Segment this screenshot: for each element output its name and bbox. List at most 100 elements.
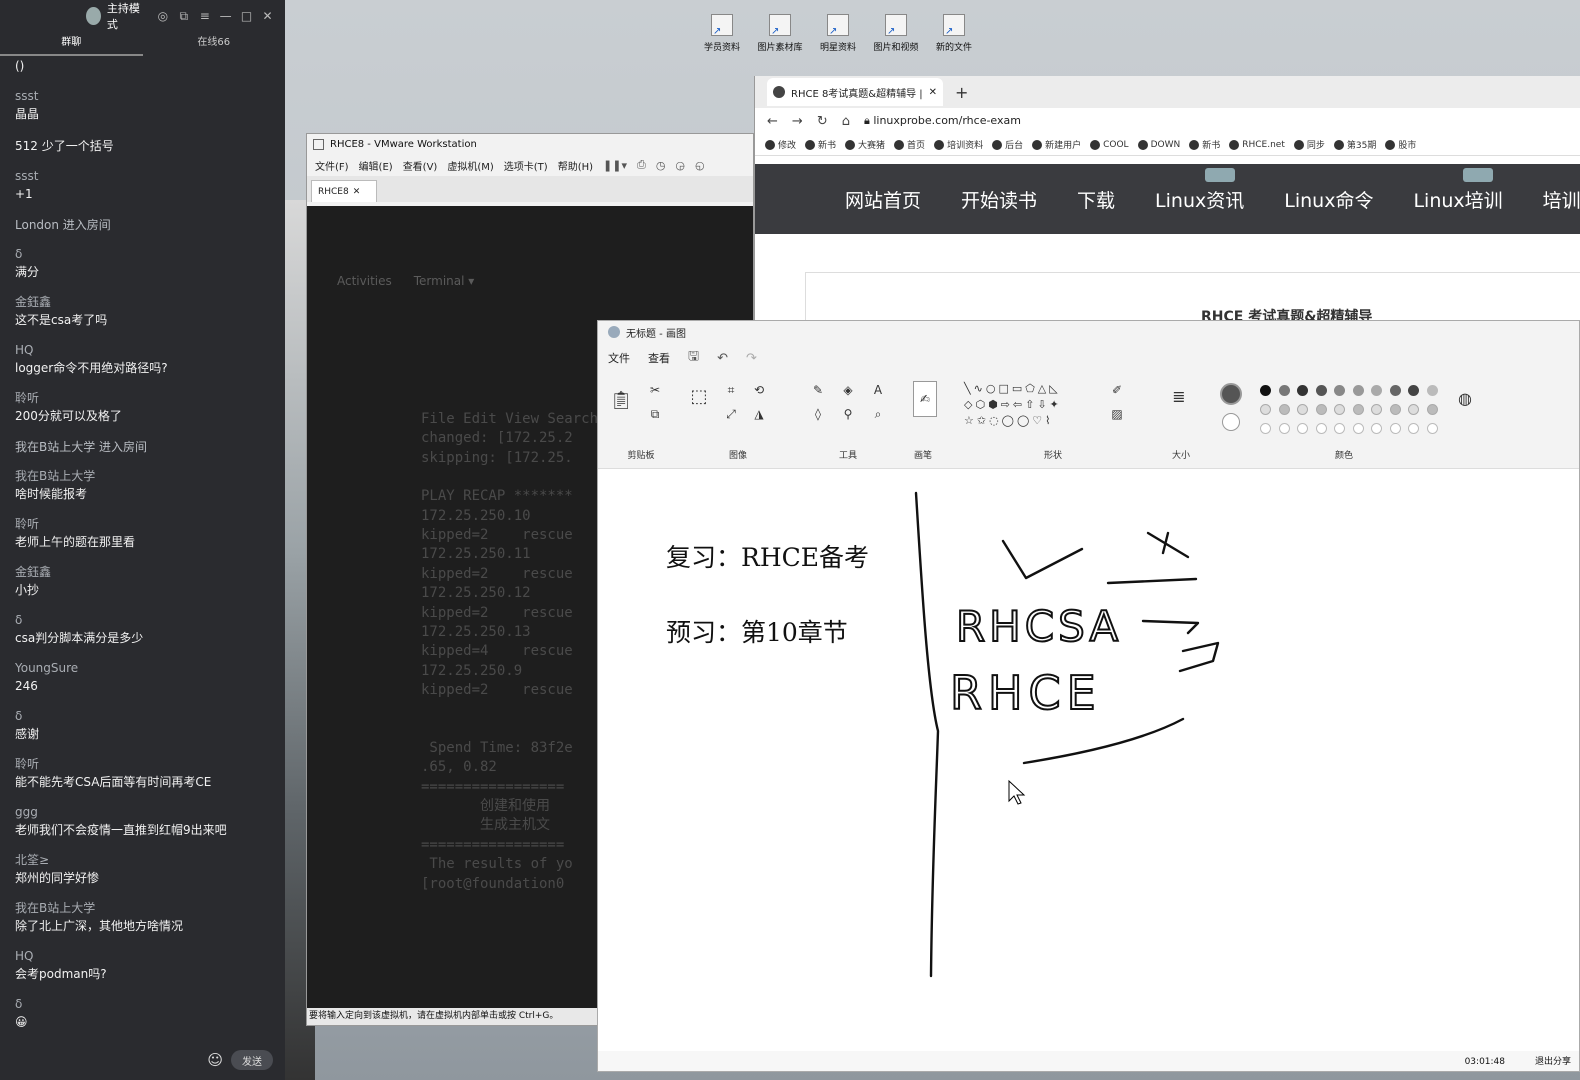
site-nav-item[interactable]: 下载 (1077, 186, 1115, 213)
pencil-icon[interactable]: ✎ (809, 381, 827, 399)
palette-swatch[interactable] (1260, 385, 1271, 396)
palette-swatch[interactable] (1334, 404, 1345, 415)
bookmark-item[interactable]: 修改 (765, 138, 796, 151)
desktop-icon[interactable]: 学员资料 (694, 14, 750, 53)
palette-swatch[interactable] (1371, 404, 1382, 415)
palette-swatch[interactable] (1315, 385, 1327, 396)
site-nav-item[interactable]: Linux资讯 (1155, 167, 1244, 213)
message-username[interactable]: 我在B站上大学 (15, 468, 270, 484)
menu-vm[interactable]: 虚拟机(M) (447, 158, 493, 173)
address-bar[interactable]: 🔒︎ linuxprobe.com/rhce-exam (864, 114, 1021, 128)
bookmark-item[interactable]: 后台 (992, 138, 1023, 151)
cut-icon[interactable]: ✂ (646, 381, 664, 399)
eraser-icon[interactable]: ◊ (809, 405, 827, 423)
outline-icon[interactable]: ✐ (1108, 381, 1126, 399)
pause-icon[interactable]: ❚❚▾ (603, 159, 627, 172)
copy-icon[interactable]: ⧉ (646, 405, 664, 423)
site-nav-item[interactable]: 网站首页 (845, 186, 921, 213)
palette-swatch[interactable] (1260, 404, 1271, 415)
size-icon[interactable]: ≣ (1170, 387, 1188, 406)
fill-icon[interactable]: ◈ (839, 381, 857, 399)
crop-icon[interactable]: ⌗ (722, 381, 740, 399)
message-username[interactable]: 我在B站上大学 (15, 900, 270, 916)
stop-sharing-button[interactable]: 退出分享 (1535, 1054, 1571, 1067)
message-username[interactable]: HQ (15, 948, 270, 964)
close-icon[interactable]: ✕ (260, 7, 275, 25)
revert-snapshot-icon[interactable]: ◶ (675, 159, 685, 172)
close-icon[interactable]: ✕ (929, 87, 937, 98)
palette-swatch[interactable] (1334, 385, 1345, 396)
palette-swatch[interactable] (1278, 404, 1290, 415)
message-username[interactable]: 金鈺鑫 (15, 564, 270, 580)
reload-icon[interactable]: ↻ (817, 114, 828, 129)
palette-swatch[interactable] (1260, 423, 1271, 434)
menu-icon[interactable]: ≡ (197, 7, 212, 25)
palette-swatch[interactable] (1426, 404, 1438, 415)
color-2-swatch[interactable] (1222, 413, 1240, 431)
palette-swatch[interactable] (1278, 385, 1290, 396)
gnome-terminal-menu[interactable]: Terminal ▾ (414, 274, 475, 288)
edit-colors-icon[interactable]: ◍ (1456, 389, 1474, 408)
bookmark-item[interactable]: 新建用户 (1032, 138, 1081, 151)
palette-swatch[interactable] (1408, 385, 1419, 396)
bookmark-item[interactable]: COOL (1090, 139, 1129, 150)
desktop-icon[interactable]: 图片和视频 (868, 14, 924, 53)
desktop-icon[interactable]: 明星资料 (810, 14, 866, 53)
palette-swatch[interactable] (1371, 423, 1382, 434)
snapshot-icon[interactable]: ◷ (656, 159, 666, 172)
site-nav-item[interactable]: Linux培训 (1413, 167, 1503, 213)
paste-icon[interactable]: 📋︎ (610, 390, 633, 411)
palette-swatch[interactable] (1389, 404, 1401, 415)
palette-swatch[interactable] (1297, 423, 1308, 434)
vm-tab-rhce8[interactable]: RHCE8 ✕ (311, 180, 377, 202)
palette-swatch[interactable] (1426, 385, 1438, 396)
flip-icon[interactable]: ◮ (750, 405, 768, 423)
select-icon[interactable]: ⬚ (690, 386, 708, 407)
rotate-icon[interactable]: ⟲ (750, 381, 768, 399)
message-username[interactable]: δ (15, 996, 270, 1012)
desktop-icon[interactable]: 图片素材库 (752, 14, 808, 53)
palette-swatch[interactable] (1297, 385, 1308, 396)
menu-file[interactable]: 文件(F) (315, 158, 349, 173)
message-username[interactable]: 金鈺鑫 (15, 294, 270, 310)
message-username[interactable]: YoungSure (15, 660, 270, 676)
message-username[interactable]: ssst (15, 88, 270, 104)
message-username[interactable]: δ (15, 246, 270, 262)
message-username[interactable]: 聆听 (15, 756, 270, 772)
menu-edit[interactable]: 编辑(E) (359, 158, 393, 173)
bookmark-item[interactable]: 第35期 (1333, 138, 1376, 151)
message-username[interactable]: 聆听 (15, 516, 270, 532)
palette-swatch[interactable] (1371, 385, 1382, 396)
send-keys-icon[interactable]: ⎙ (637, 158, 646, 172)
undo-icon[interactable]: ↶ (717, 351, 728, 366)
palette-swatch[interactable] (1352, 404, 1364, 415)
palette-swatch[interactable] (1352, 423, 1364, 434)
palette-swatch[interactable] (1315, 423, 1327, 434)
new-tab-icon[interactable]: + (955, 83, 968, 102)
brush-icon[interactable]: ✍ (913, 381, 937, 417)
maximize-icon[interactable]: □ (239, 7, 254, 25)
menu-tabs[interactable]: 选项卡(T) (504, 158, 548, 173)
message-username[interactable]: HQ (15, 342, 270, 358)
minimize-icon[interactable]: — (218, 7, 233, 25)
bookmark-item[interactable]: 同步 (1293, 138, 1325, 151)
record-icon[interactable]: ◎ (155, 7, 170, 25)
send-button[interactable]: 发送 (231, 1050, 273, 1070)
menu-view[interactable]: 查看 (648, 350, 670, 366)
message-username[interactable]: ggg (15, 804, 270, 820)
message-username[interactable]: 北筌≥ (15, 852, 270, 868)
fill-shape-icon[interactable]: ▨ (1108, 405, 1126, 423)
magnifier-icon[interactable]: ⌕ (869, 405, 887, 423)
paint-canvas[interactable]: 复习：RHCE备考 预习：第10章节 RHCSA RHCE (598, 471, 1579, 1051)
redo-icon[interactable]: ↷ (746, 351, 757, 366)
snapshot-manager-icon[interactable]: ◵ (695, 159, 705, 172)
bookmark-item[interactable]: RHCE.net (1229, 139, 1285, 150)
bookmark-item[interactable]: 培训资料 (934, 138, 983, 151)
message-username[interactable]: δ (15, 708, 270, 724)
palette-swatch[interactable] (1389, 423, 1401, 434)
message-username[interactable]: δ (15, 612, 270, 628)
emoji-icon[interactable]: ☺ (207, 1051, 223, 1069)
color-picker-icon[interactable]: ⚲ (839, 405, 857, 423)
palette-swatch[interactable] (1426, 423, 1438, 434)
menu-file[interactable]: 文件 (608, 350, 630, 366)
